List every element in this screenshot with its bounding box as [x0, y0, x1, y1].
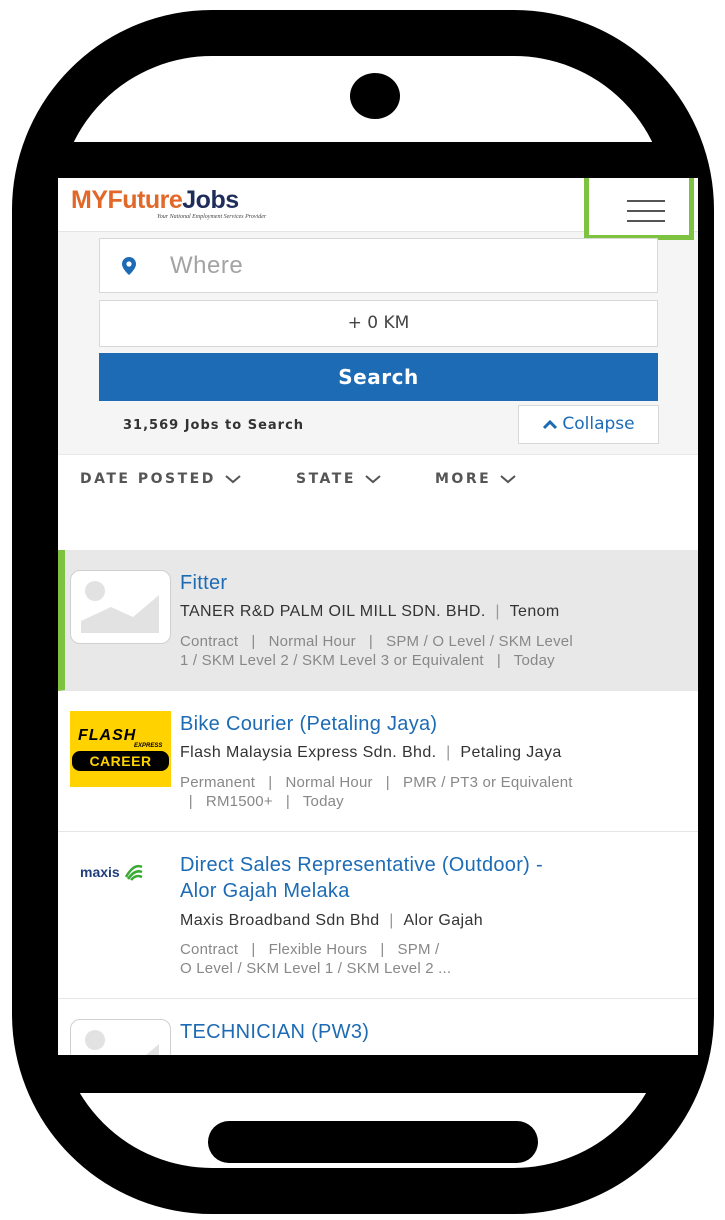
job-company: TANER R&D PALM OIL MILL SDN. BHD. | Teno… — [180, 603, 560, 620]
job-card[interactable]: FLASH EXPRESS CAREER Bike Courier (Petal… — [58, 691, 698, 832]
job-company: Maxis Broadband Sdn Bhd | Alor Gajah — [180, 912, 484, 929]
where-placeholder: Where — [170, 252, 244, 279]
job-meta: Permanent | Normal Hour | PMR / PT3 or E… — [180, 773, 692, 811]
chevron-down-icon — [365, 475, 381, 484]
radius-selector[interactable]: + 0 KM — [99, 300, 658, 347]
job-meta: Contract | Normal Hour | SPM / O Level /… — [180, 632, 692, 670]
job-meta-line: | RM1500+ | Today — [180, 793, 344, 810]
job-location: Tenom — [509, 603, 560, 620]
chevron-down-icon — [225, 475, 241, 484]
filter-more[interactable]: MORE — [435, 471, 517, 487]
search-button[interactable]: Search — [99, 353, 658, 401]
job-title[interactable]: Direct Sales Representative (Outdoor) - … — [180, 852, 680, 904]
job-meta-line: Permanent | Normal Hour | PMR / PT3 or E… — [180, 774, 573, 791]
where-input[interactable]: Where — [99, 238, 658, 293]
job-card[interactable]: Fitter TANER R&D PALM OIL MILL SDN. BHD.… — [58, 550, 698, 691]
filter-label: MORE — [435, 471, 492, 487]
job-meta-line: 1 / SKM Level 2 / SKM Level 3 or Equival… — [180, 652, 555, 669]
top-bezel — [58, 142, 698, 178]
chevron-down-icon — [500, 475, 516, 484]
map-pin-icon — [122, 257, 136, 275]
jobs-count: 31,569 Jobs to Search — [123, 418, 305, 433]
job-title[interactable]: TECHNICIAN (PW3) — [180, 1019, 680, 1045]
home-button[interactable] — [208, 1121, 538, 1163]
hamburger-menu-button[interactable] — [584, 178, 694, 240]
job-list: Fitter TANER R&D PALM OIL MILL SDN. BHD.… — [58, 550, 698, 1055]
job-meta-line: Contract | Normal Hour | SPM / O Level /… — [180, 633, 573, 650]
company-name: TANER R&D PALM OIL MILL SDN. BHD. — [180, 603, 486, 620]
logo-subtext: EXPRESS — [134, 743, 163, 749]
bottom-bezel — [58, 1055, 698, 1093]
hamburger-menu-icon — [627, 200, 665, 202]
maxis-swirl-icon — [124, 864, 143, 881]
job-location: Alor Gajah — [403, 912, 484, 929]
maxis-logo: maxis — [70, 860, 171, 934]
logo-text: maxis — [80, 864, 120, 880]
logo-text: FLASH — [78, 727, 137, 744]
job-card[interactable]: TECHNICIAN (PW3) — [58, 999, 698, 1055]
placeholder-image-icon — [85, 1030, 159, 1055]
collapse-label: Collapse — [562, 414, 635, 434]
company-logo — [70, 570, 171, 644]
hamburger-menu-icon-bar — [627, 210, 665, 212]
company-name: Maxis Broadband Sdn Bhd — [180, 912, 380, 929]
job-title[interactable]: Bike Courier (Petaling Jaya) — [180, 711, 680, 737]
filter-date-posted[interactable]: DATE POSTED — [80, 471, 242, 487]
job-title-line: Direct Sales Representative (Outdoor) - — [180, 854, 543, 876]
logo-jobs: Jobs — [182, 186, 239, 214]
logo-future: Future — [107, 186, 183, 214]
job-meta-line: O Level / SKM Level 1 / SKM Level 2 ... — [180, 960, 452, 977]
job-card[interactable]: maxis Direct Sales Representative (Outdo… — [58, 832, 698, 999]
filter-label: STATE — [296, 471, 356, 487]
company-name: Flash Malaysia Express Sdn. Bhd. — [180, 744, 437, 761]
filter-label: DATE POSTED — [80, 471, 216, 487]
company-logo — [70, 1019, 171, 1055]
chevron-up-icon — [543, 419, 558, 430]
phone-screen: MYFutureJobs Your National Employment Se… — [58, 178, 698, 1055]
collapse-button[interactable]: Collapse — [518, 405, 659, 444]
placeholder-image-icon — [81, 581, 159, 633]
filter-state[interactable]: STATE — [296, 471, 382, 487]
logo-tagline: Your National Employment Services Provid… — [157, 214, 267, 220]
job-company: Flash Malaysia Express Sdn. Bhd. | Petal… — [180, 744, 562, 761]
flash-express-logo: FLASH EXPRESS CAREER — [70, 711, 171, 787]
filter-bar: DATE POSTED STATE MORE — [58, 454, 698, 550]
myfuturejobs-logo[interactable]: MYFutureJobs Your National Employment Se… — [71, 186, 266, 220]
job-title[interactable]: Fitter — [180, 570, 680, 596]
logo-text: CAREER — [72, 751, 169, 771]
job-meta: Contract | Flexible Hours | SPM / O Leve… — [180, 940, 692, 978]
job-title-line: Alor Gajah Melaka — [180, 880, 350, 902]
job-location: Petaling Jaya — [460, 744, 562, 761]
logo-my: MY — [71, 186, 108, 214]
camera-icon — [350, 73, 400, 119]
hamburger-menu-icon-bar — [627, 220, 665, 222]
job-meta-line: Contract | Flexible Hours | SPM / — [180, 941, 440, 958]
